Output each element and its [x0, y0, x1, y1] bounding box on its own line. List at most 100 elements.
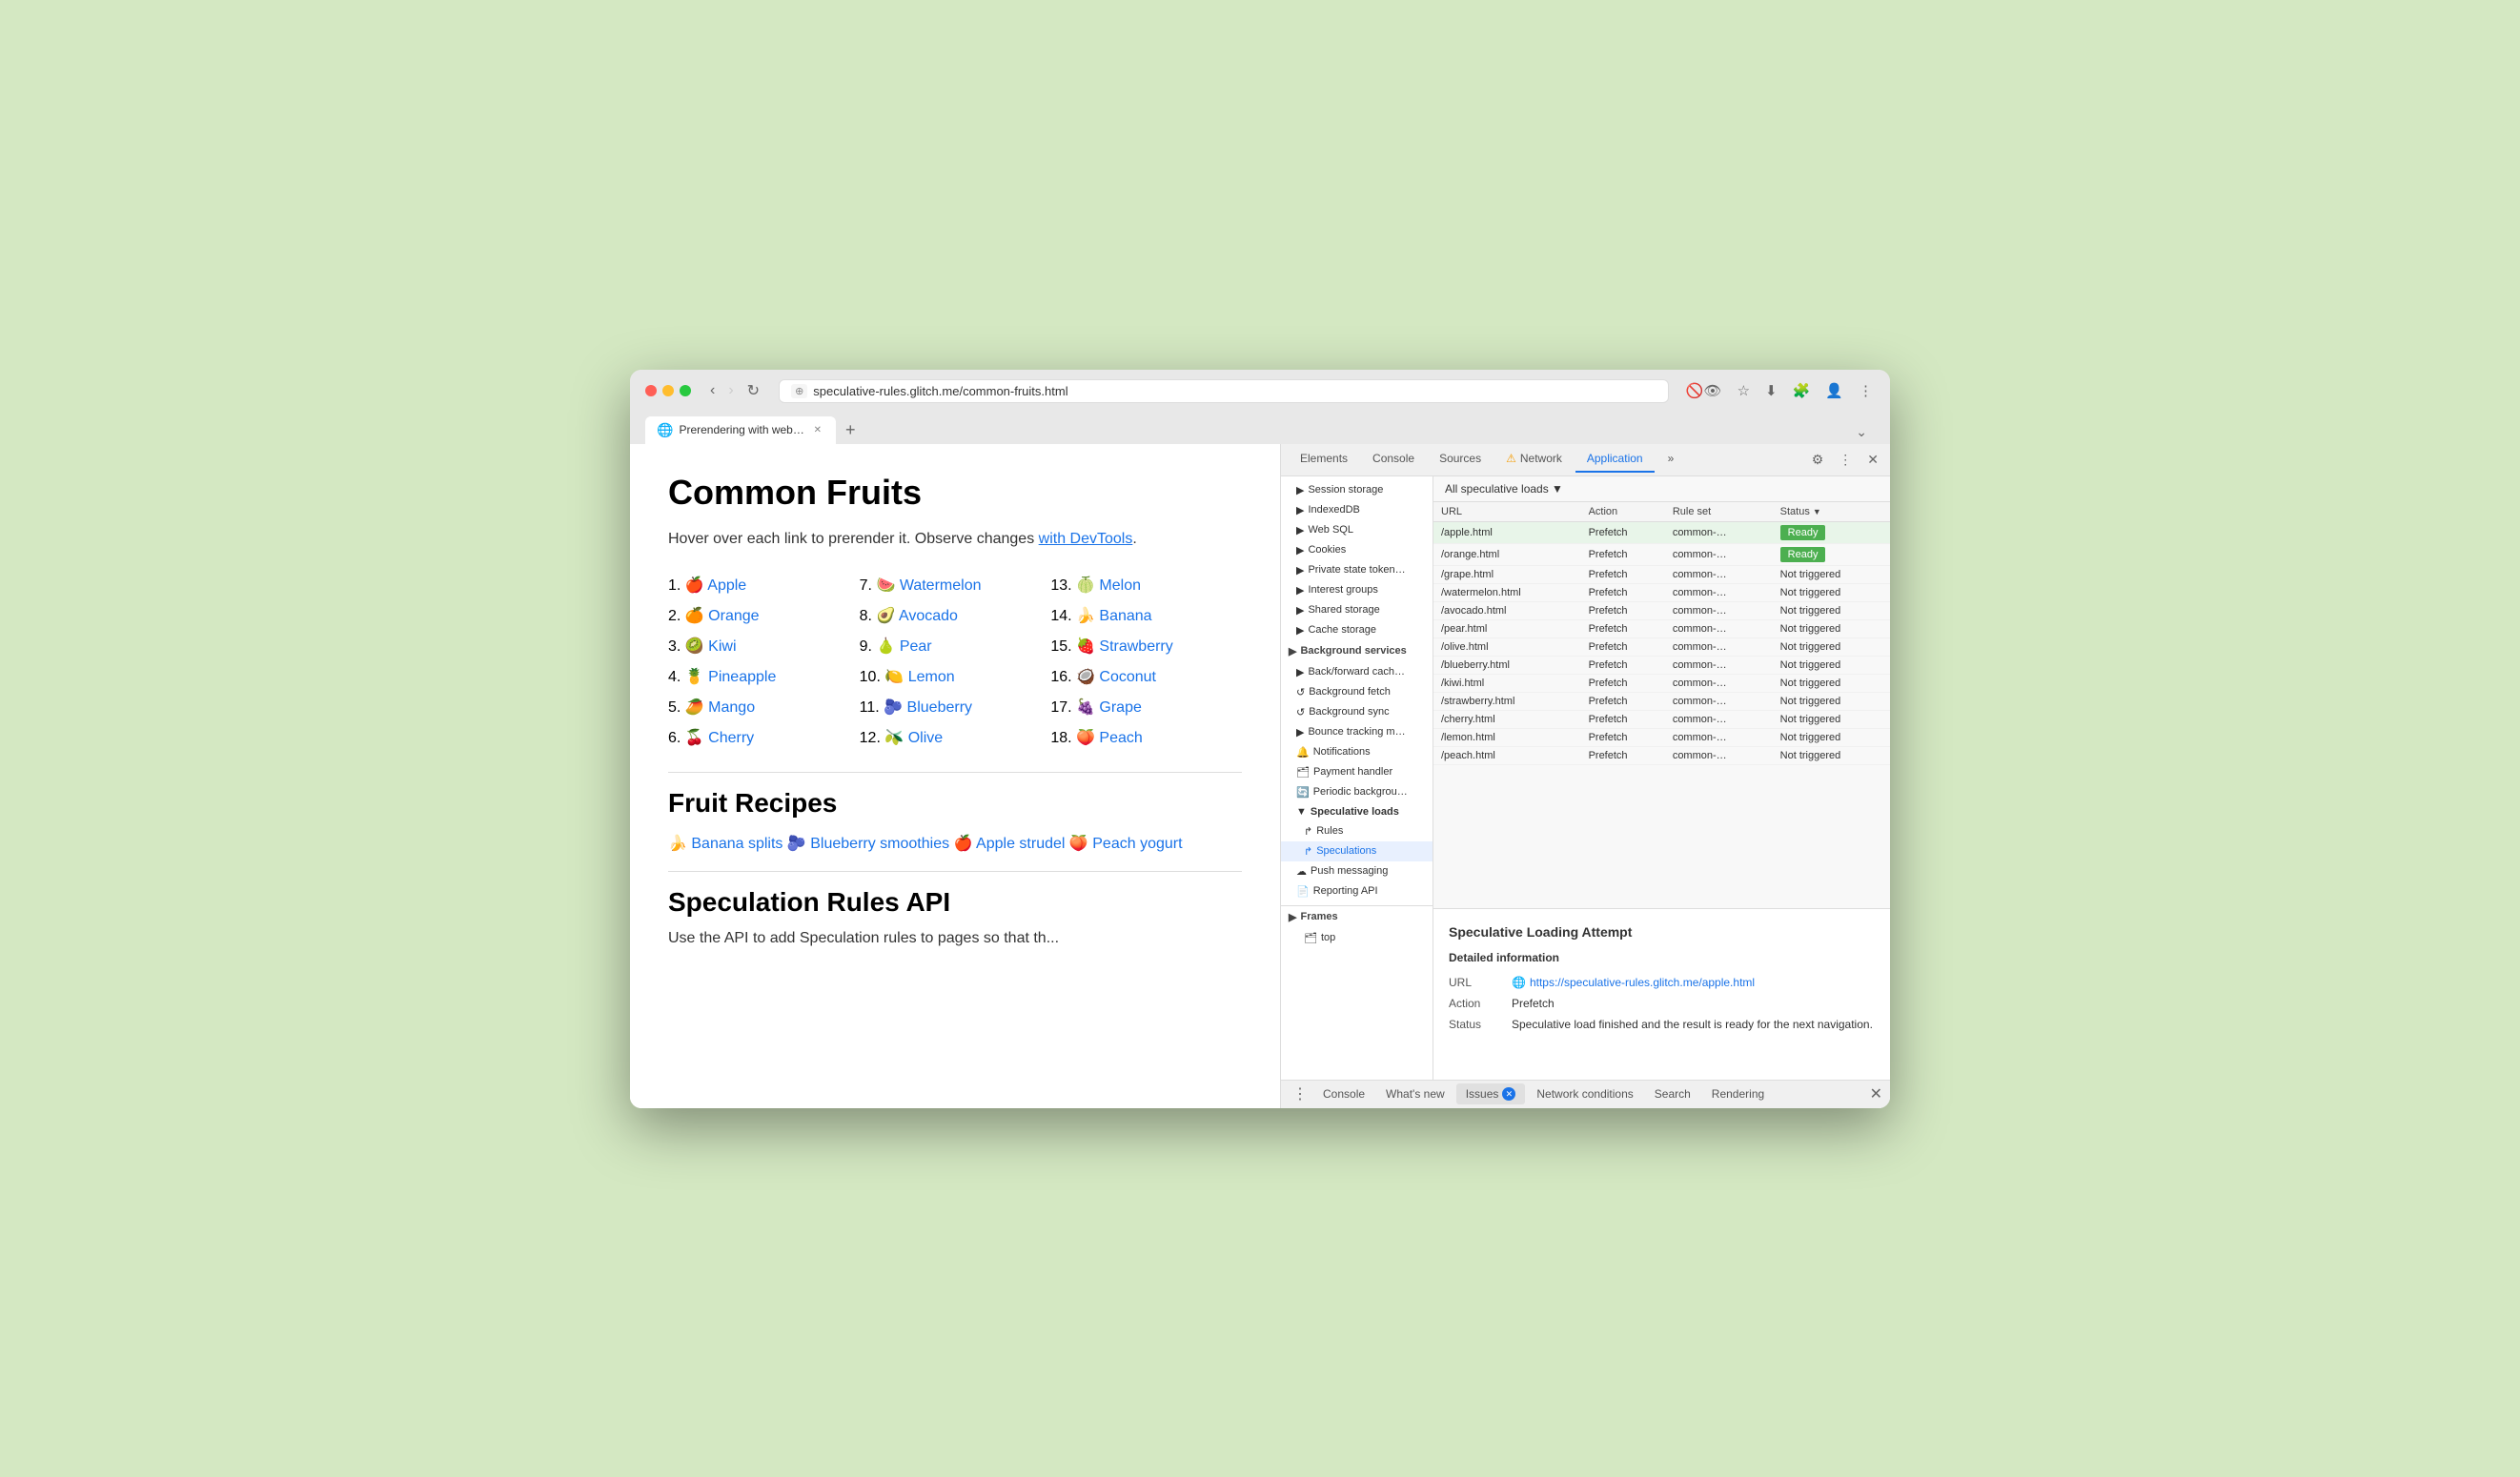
devtools-close-button[interactable]: ✕ [1863, 450, 1882, 470]
recipe-link[interactable]: 🍑 Peach yogurt [1069, 836, 1183, 852]
sidebar-item-push-messaging[interactable]: ☁ Push messaging [1281, 861, 1433, 881]
sidebar-item-cache-storage[interactable]: ▶ Cache storage [1281, 620, 1433, 640]
fruit-link[interactable]: Strawberry [1099, 638, 1172, 655]
star-icon[interactable]: ☆ [1736, 380, 1752, 401]
eye-off-icon[interactable]: 🚫👁 [1684, 380, 1724, 401]
table-row[interactable]: /grape.html Prefetch common-… Not trigge… [1433, 565, 1890, 583]
tab-close-button[interactable]: ✕ [811, 424, 824, 436]
sidebar-item-bg-fetch[interactable]: ↺ Background fetch [1281, 682, 1433, 702]
tab-elements[interactable]: Elements [1289, 446, 1359, 473]
fruit-link[interactable]: Grape [1099, 699, 1141, 716]
tab-network[interactable]: ⚠ Network [1494, 446, 1574, 473]
download-icon[interactable]: ⬇ [1763, 380, 1779, 401]
fruit-link[interactable]: Mango [708, 699, 755, 716]
fruit-link[interactable]: Avocado [899, 608, 958, 624]
sidebar-item-bf-cache[interactable]: ▶ Back/forward cach… [1281, 662, 1433, 682]
sidebar-item-reporting-api[interactable]: 📄 Reporting API [1281, 881, 1433, 901]
table-row[interactable]: /peach.html Prefetch common-… Not trigge… [1433, 746, 1890, 764]
table-row[interactable]: /orange.html Prefetch common-… Ready [1433, 543, 1890, 565]
minimize-button[interactable] [662, 385, 674, 396]
sidebar-item-session-storage[interactable]: ▶ Session storage [1281, 480, 1433, 500]
tab-application[interactable]: Application [1575, 446, 1655, 473]
extension-icon[interactable]: 🧩 [1791, 380, 1813, 401]
fruit-link[interactable]: Coconut [1099, 669, 1156, 685]
table-row[interactable]: /strawberry.html Prefetch common-… Not t… [1433, 692, 1890, 710]
bottom-tab-rendering[interactable]: Rendering [1702, 1083, 1774, 1104]
tab-console[interactable]: Console [1361, 446, 1426, 473]
fruit-link[interactable]: Pineapple [708, 669, 776, 685]
sidebar-item-websql[interactable]: ▶ Web SQL [1281, 520, 1433, 540]
fruit-link[interactable]: Cherry [708, 730, 754, 746]
recipe-link[interactable]: 🫐 Blueberry smoothies [787, 836, 949, 852]
table-row[interactable]: /lemon.html Prefetch common-… Not trigge… [1433, 728, 1890, 746]
sidebar-item-speculations[interactable]: ↱ Speculations [1281, 841, 1433, 861]
fruit-link[interactable]: Lemon [908, 669, 955, 685]
bottom-tab-issues[interactable]: Issues ✕ [1456, 1083, 1526, 1104]
cell-url: /blueberry.html [1433, 656, 1581, 674]
sidebar-item-private-state[interactable]: ▶ Private state token… [1281, 560, 1433, 580]
table-row[interactable]: /pear.html Prefetch common-… Not trigger… [1433, 619, 1890, 637]
reload-button[interactable]: ↻ [743, 379, 763, 402]
bottom-tab-console[interactable]: Console [1313, 1083, 1374, 1104]
sidebar-group-background[interactable]: ▶ Background services [1281, 640, 1433, 662]
tab-more[interactable]: » [1656, 446, 1686, 473]
fruit-link[interactable]: Banana [1099, 608, 1151, 624]
more-icon[interactable]: ⋮ [1857, 380, 1875, 401]
cell-status: Not triggered [1773, 656, 1890, 674]
sidebar-item-bounce[interactable]: ▶ Bounce tracking m… [1281, 722, 1433, 742]
sidebar-item-speculative-loads[interactable]: ▼ Speculative loads [1281, 802, 1433, 821]
close-button[interactable] [645, 385, 657, 396]
list-item: 14. 🍌 Banana [1050, 600, 1242, 631]
active-tab[interactable]: 🌐 Prerendering with web-vitals... ✕ [645, 416, 836, 444]
table-row[interactable]: /olive.html Prefetch common-… Not trigge… [1433, 637, 1890, 656]
devtools-link[interactable]: with DevTools [1039, 531, 1133, 547]
fruit-link[interactable]: Peach [1099, 730, 1142, 746]
profile-icon[interactable]: 👤 [1823, 380, 1845, 401]
table-row[interactable]: /avocado.html Prefetch common-… Not trig… [1433, 601, 1890, 619]
sidebar-item-interest-groups[interactable]: ▶ Interest groups [1281, 580, 1433, 600]
sidebar-item-shared-storage[interactable]: ▶ Shared storage [1281, 600, 1433, 620]
bottom-bar-close-button[interactable]: ✕ [1870, 1084, 1882, 1103]
fruit-link[interactable]: Melon [1099, 577, 1141, 594]
sidebar-item-payment[interactable]: 🗂 Payment handler [1281, 762, 1433, 782]
new-tab-button[interactable]: + [838, 416, 864, 444]
all-speculative-filter[interactable]: All speculative loads ▼ [1445, 482, 1563, 496]
fruit-link[interactable]: Orange [708, 608, 759, 624]
table-row[interactable]: /apple.html Prefetch common-… Ready [1433, 521, 1890, 543]
devtools-settings-button[interactable]: ⚙ [1808, 450, 1828, 470]
bottom-bar-more-button[interactable]: ⋮ [1289, 1082, 1311, 1105]
table-row[interactable]: /kiwi.html Prefetch common-… Not trigger… [1433, 674, 1890, 692]
table-row[interactable]: /cherry.html Prefetch common-… Not trigg… [1433, 710, 1890, 728]
fruit-link[interactable]: Pear [900, 638, 932, 655]
fruit-link[interactable]: Kiwi [708, 638, 736, 655]
devtools-more-button[interactable]: ⋮ [1835, 450, 1856, 470]
address-bar[interactable]: ⊕ speculative-rules.glitch.me/common-fru… [779, 379, 1669, 403]
recipe-link[interactable]: 🍌 Banana splits [668, 836, 782, 852]
maximize-button[interactable] [680, 385, 691, 396]
sidebar-item-cookies[interactable]: ▶ Cookies [1281, 540, 1433, 560]
fruit-link[interactable]: Apple [707, 577, 746, 594]
sidebar-item-indexeddb[interactable]: ▶ IndexedDB [1281, 500, 1433, 520]
detail-url-link[interactable]: https://speculative-rules.glitch.me/appl… [1530, 976, 1755, 989]
bottom-tab-network-conditions[interactable]: Network conditions [1527, 1083, 1642, 1104]
sidebar-item-notifications[interactable]: 🔔 Notifications [1281, 742, 1433, 762]
fruit-link[interactable]: Watermelon [900, 577, 982, 594]
bottom-tab-search[interactable]: Search [1645, 1083, 1700, 1104]
tab-dropdown-button[interactable]: ⌄ [1848, 420, 1875, 444]
sidebar-item-top-frame[interactable]: 🗂 top [1281, 928, 1433, 948]
recipe-link[interactable]: 🍎 Apple strudel [954, 836, 1066, 852]
sidebar-frames-header[interactable]: ▶ Frames [1281, 905, 1433, 928]
sidebar-item-rules[interactable]: ↱ Rules [1281, 821, 1433, 841]
table-row[interactable]: /blueberry.html Prefetch common-… Not tr… [1433, 656, 1890, 674]
bottom-tab-whats-new[interactable]: What's new [1376, 1083, 1454, 1104]
sidebar-item-bg-sync[interactable]: ↺ Background sync [1281, 702, 1433, 722]
fruit-link[interactable]: Olive [908, 730, 943, 746]
fruit-number: 14. [1050, 608, 1071, 624]
tab-sources[interactable]: Sources [1428, 446, 1493, 473]
forward-button[interactable]: › [724, 379, 737, 402]
fruit-link[interactable]: Blueberry [907, 699, 972, 716]
table-row[interactable]: /watermelon.html Prefetch common-… Not t… [1433, 583, 1890, 601]
sidebar-item-periodic-bg[interactable]: 🔄 Periodic backgrou… [1281, 782, 1433, 802]
back-button[interactable]: ‹ [706, 379, 719, 402]
filter-label: All speculative loads ▼ [1445, 482, 1563, 496]
